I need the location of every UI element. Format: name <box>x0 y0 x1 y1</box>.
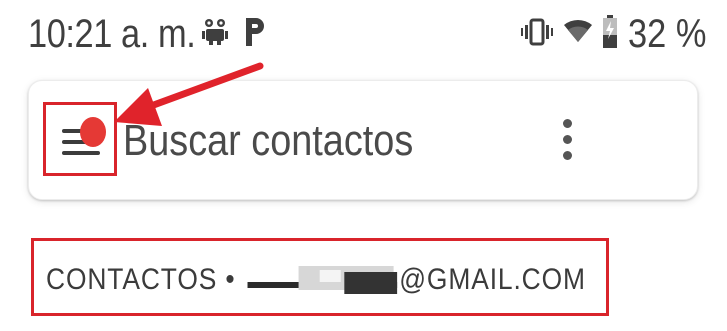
status-time: 10:21 a. m. <box>28 12 196 56</box>
android-debug-icon <box>202 19 228 45</box>
vibrate-icon <box>521 18 553 46</box>
more-vert-icon[interactable] <box>555 119 579 169</box>
parking-icon <box>246 18 264 46</box>
battery-icon <box>603 15 617 48</box>
contacts-label: CONTACTOS • <box>46 263 236 296</box>
email-suffix: @GMAIL.COM <box>399 263 586 296</box>
wifi-icon <box>564 19 592 42</box>
annotation-arrow <box>114 62 264 126</box>
redacted-email <box>247 266 398 294</box>
battery-percent: 32 % <box>628 12 707 56</box>
account-header[interactable]: CONTACTOS • @GMAIL.COM <box>31 238 609 316</box>
